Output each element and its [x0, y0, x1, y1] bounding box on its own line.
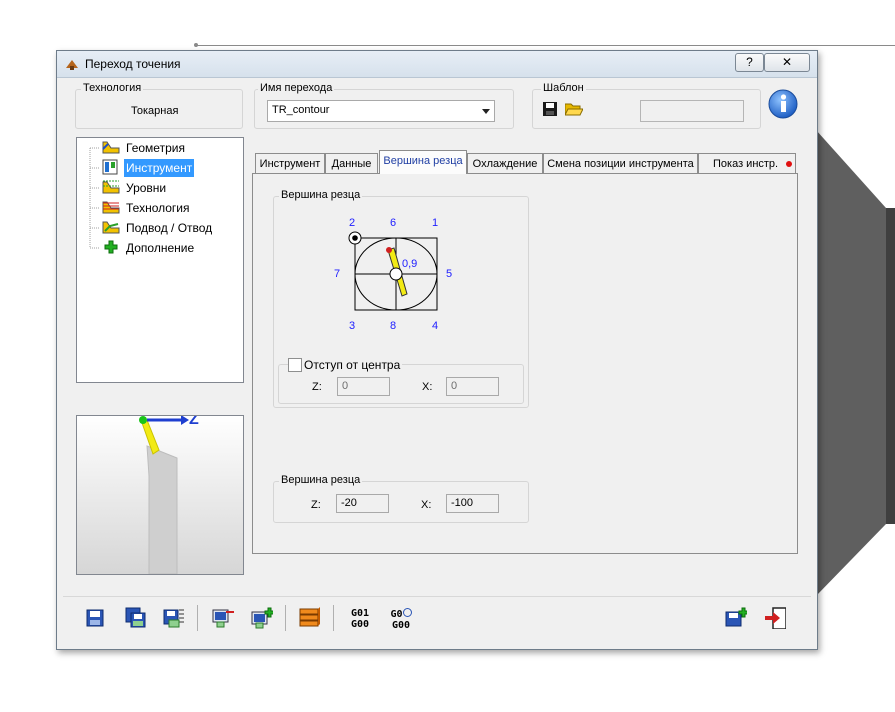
tree-item-label: Технология — [126, 201, 190, 215]
tool-tip-diagram-group: Вершина резца 2 6 1 7 5 3 8 4 0,9 Отступ… — [273, 189, 529, 408]
title-bar: Переход точения ? ✕ — [57, 51, 817, 78]
info-icon[interactable] — [767, 88, 801, 122]
tree-item-label: Подвод / Отвод — [126, 221, 213, 235]
technology-icon — [102, 201, 120, 214]
tab-show-tool[interactable]: Показ инстр. — [698, 153, 796, 173]
tip-position-4: 4 — [432, 320, 439, 332]
tool-tip-tab-panel: Вершина резца 2 6 1 7 5 3 8 4 0,9 Отступ… — [252, 173, 798, 554]
settings-tree[interactable]: Геометрия Инструмент Уровни Технология П… — [76, 137, 244, 383]
z-axis-label: Z — [189, 415, 199, 428]
plus-icon — [104, 240, 118, 254]
tip-x-label: X: — [421, 499, 432, 511]
tool-preview-drawing — [139, 416, 189, 574]
export-icon[interactable] — [212, 607, 234, 629]
geometry-icon — [102, 141, 120, 154]
tab-data[interactable]: Данные — [325, 153, 378, 173]
turning-app-icon — [66, 60, 78, 70]
clock-icon — [402, 608, 412, 617]
tool-tip-coords-group: Вершина резца Z: -20 X: -100 — [273, 474, 529, 523]
tree-item-label: Дополнение — [126, 241, 195, 255]
exit-icon[interactable] — [764, 607, 786, 629]
tab-tool-tip[interactable]: Вершина резца — [379, 150, 467, 174]
status-dot-icon — [786, 161, 792, 167]
g-code-button-1[interactable]: G01 G00 — [345, 608, 375, 630]
transition-name-label: Имя перехода — [258, 82, 335, 94]
add-item-icon[interactable] — [251, 607, 273, 629]
template-group: Шаблон — [532, 82, 761, 129]
transition-dialog: Переход точения ? ✕ Технология Токарная … — [56, 50, 818, 650]
tab-cooling[interactable]: Охлаждение — [467, 153, 543, 173]
offset-checkbox[interactable] — [288, 358, 302, 372]
template-field[interactable] — [640, 100, 744, 122]
g-code-button-2[interactable]: G0 G00 — [384, 608, 418, 631]
tab-tool[interactable]: Инструмент — [255, 153, 325, 173]
tree-item-label: Уровни — [126, 181, 167, 195]
tip-position-2: 2 — [349, 217, 356, 229]
toolbar-divider — [333, 605, 334, 631]
tip-position-7: 7 — [334, 268, 341, 280]
technology-group: Технология Токарная — [75, 82, 243, 129]
offset-z-field[interactable]: 0 — [337, 377, 390, 396]
g-code-2-top: G0 — [384, 608, 418, 620]
tool-tip-diagram[interactable] — [344, 230, 464, 320]
transition-name-group: Имя перехода TR_contour — [254, 82, 514, 129]
tip-z-label: Z: — [311, 499, 321, 511]
close-button[interactable]: ✕ — [764, 53, 810, 72]
tool-icon — [102, 159, 118, 175]
save-all-icon[interactable] — [125, 607, 147, 629]
tool-tip-group-label: Вершина резца — [279, 189, 363, 201]
tool-preview: Z — [76, 415, 244, 575]
transition-name-value: TR_contour — [272, 104, 330, 116]
template-label: Шаблон — [541, 82, 586, 94]
technology-value: Токарная — [131, 105, 179, 117]
toolbar-divider — [285, 605, 286, 631]
tip-position-8: 8 — [390, 320, 397, 332]
tree-item-label: Инструмент — [124, 159, 195, 177]
dialog-title: Переход точения — [85, 57, 181, 71]
levels-icon — [102, 180, 120, 194]
offset-checkbox-label: Отступ от центра — [302, 358, 403, 372]
tip-x-field[interactable]: -100 — [446, 494, 499, 513]
tab-tool-position-change[interactable]: Смена позиции инструмента — [543, 153, 698, 173]
tip-position-6: 6 — [390, 217, 397, 229]
approach-icon — [102, 221, 120, 234]
tree-item-label: Геометрия — [126, 141, 185, 155]
g-code-1-top: G01 — [350, 608, 370, 619]
toolbar-divider — [197, 605, 198, 631]
background-line — [196, 45, 895, 46]
help-button[interactable]: ? — [735, 53, 764, 72]
technology-group-label: Технология — [81, 82, 144, 94]
save-template-icon[interactable] — [543, 102, 557, 116]
background-3d-model — [816, 130, 895, 596]
offset-z-label: Z: — [312, 381, 322, 393]
save-icon[interactable] — [84, 607, 106, 629]
g-code-2-bottom: G00 — [391, 620, 411, 631]
offset-x-label: X: — [422, 381, 433, 393]
tip-position-3: 3 — [349, 320, 356, 332]
g-code-1-bottom: G00 — [350, 619, 370, 630]
new-item-icon[interactable] — [725, 607, 747, 629]
background-point — [194, 43, 198, 47]
chevron-down-icon — [482, 109, 490, 114]
save-list-icon[interactable] — [163, 607, 185, 629]
tip-position-1: 1 — [432, 217, 439, 229]
transition-name-select[interactable]: TR_contour — [267, 100, 495, 122]
offset-x-field[interactable]: 0 — [446, 377, 499, 396]
layers-stack-icon[interactable] — [299, 607, 321, 629]
offset-group: Отступ от центра Z: 0 X: 0 — [278, 358, 524, 404]
open-folder-icon[interactable] — [565, 101, 583, 116]
toolbar-separator — [63, 596, 811, 597]
tip-radius-label: 0,9 — [402, 258, 418, 270]
tool-tip-coords-label: Вершина резца — [279, 474, 363, 486]
tip-z-field[interactable]: -20 — [336, 494, 389, 513]
